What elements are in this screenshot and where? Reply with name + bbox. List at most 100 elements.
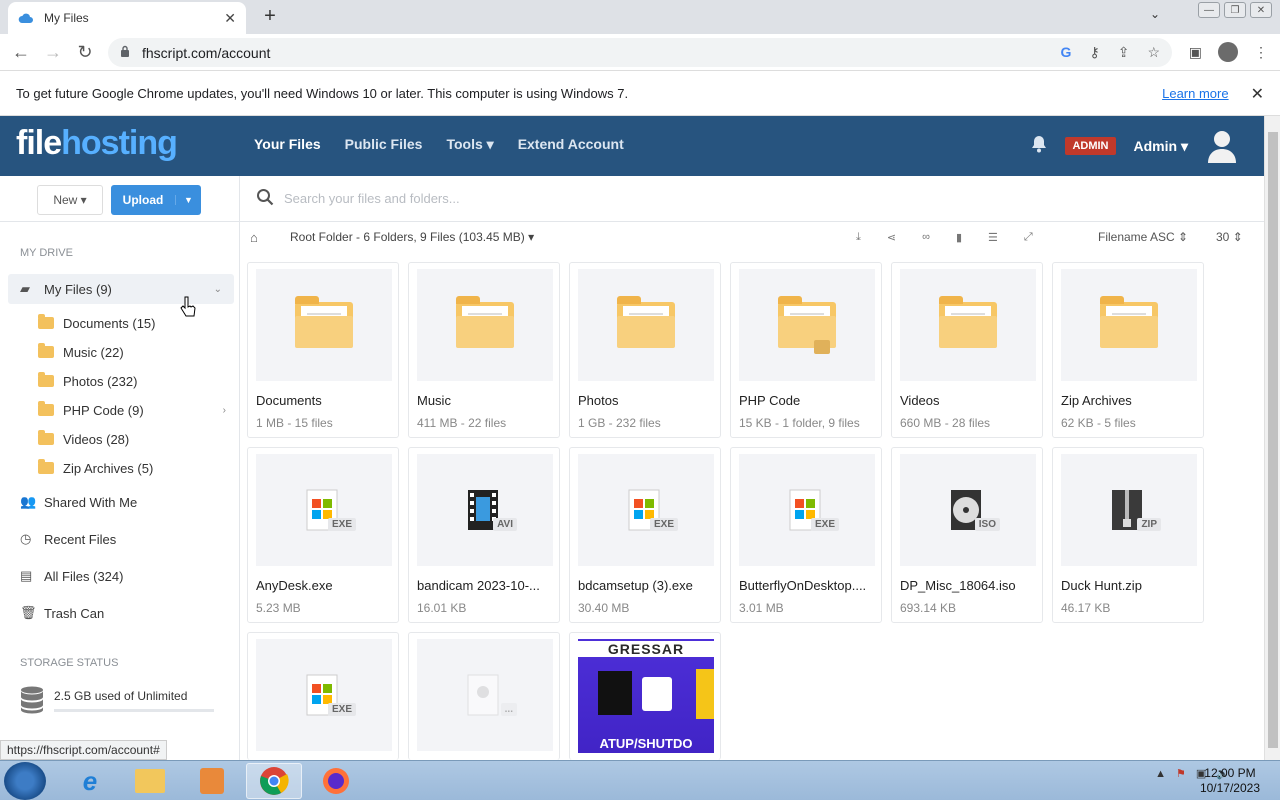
card-name: bdcamsetup (3).exe	[578, 578, 693, 593]
browser-tab[interactable]: My Files ✕	[8, 2, 246, 34]
file-thumb: EXE	[578, 454, 714, 566]
folder-card-photos[interactable]: Photos 1 GB - 232 files	[569, 262, 721, 438]
google-icon[interactable]: G	[1061, 44, 1072, 61]
close-window-button[interactable]: ✕	[1250, 2, 1272, 18]
sidebar-item-all-files[interactable]: ▤ All Files (324)	[8, 561, 234, 591]
card-meta: 30.40 MB	[578, 601, 630, 615]
file-card[interactable]: ISO DP_Misc_18064.iso 693.14 KB	[891, 447, 1043, 623]
user-menu[interactable]: Admin ▾	[1134, 138, 1188, 155]
folder-card-php-code[interactable]: PHP Code 15 KB - 1 folder, 9 files	[730, 262, 882, 438]
scrollbar-thumb[interactable]	[1268, 132, 1278, 748]
sidebar-item-php-code[interactable]: PHP Code (9) ›	[38, 398, 226, 422]
sidebar-item-documents[interactable]: Documents (15)	[38, 311, 155, 335]
home-icon[interactable]: ⌂	[250, 230, 258, 245]
chevron-right-icon[interactable]: ›	[223, 405, 226, 416]
image-card[interactable]: GRESSAR ATUP/SHUTDO	[569, 632, 721, 760]
folder-card-documents[interactable]: Documents 1 MB - 15 files	[247, 262, 399, 438]
omnibox[interactable]: fhscript.com/account G ⚷ ⇪ ☆	[108, 38, 1172, 67]
search-input[interactable]	[284, 191, 884, 206]
bell-icon[interactable]	[1031, 135, 1047, 158]
chevron-down-icon[interactable]: ⌄	[214, 284, 222, 295]
page-scrollbar[interactable]	[1264, 116, 1280, 760]
user-avatar-icon[interactable]	[1206, 129, 1238, 163]
profile-icon[interactable]	[1218, 42, 1238, 62]
share-icon[interactable]: ⇪	[1118, 44, 1130, 61]
tab-search-icon[interactable]: ⌄	[1150, 7, 1160, 21]
folder-thumb	[417, 269, 553, 381]
close-infobar-icon[interactable]: ✕	[1251, 84, 1264, 104]
generic-file-icon: ...	[467, 674, 517, 716]
file-card[interactable]: EXE	[247, 632, 399, 760]
logo-part-hosting: hosting	[61, 124, 178, 162]
forward-icon[interactable]: →	[42, 42, 64, 64]
upload-dropdown-icon[interactable]: ▼	[175, 195, 201, 205]
file-card[interactable]: EXE AnyDesk.exe 5.23 MB	[247, 447, 399, 623]
file-thumb: EXE	[739, 454, 875, 566]
system-clock[interactable]: 12:00 PM 10/17/2023	[1200, 766, 1260, 796]
ie-icon[interactable]: e	[62, 763, 118, 799]
trash-icon[interactable]: ▮	[956, 231, 962, 244]
share-icon[interactable]: ⋖	[887, 231, 896, 244]
folder-icon	[38, 314, 54, 329]
sidebar-item-my-files[interactable]: ▰ My Files (9) ⌄	[8, 274, 234, 304]
new-tab-button[interactable]: +	[258, 4, 282, 28]
nav-extend-account[interactable]: Extend Account	[518, 136, 624, 153]
folder-thumb	[739, 269, 875, 381]
nav-public-files[interactable]: Public Files	[345, 136, 423, 153]
file-card[interactable]: ZIP Duck Hunt.zip 46.17 KB	[1052, 447, 1204, 623]
action-center-icon[interactable]: ⚑	[1176, 767, 1186, 780]
reload-icon[interactable]: ↻	[74, 42, 96, 64]
sidebar-item-trash[interactable]: 🗑 Trash Can	[8, 598, 234, 628]
fullscreen-icon[interactable]: ⤢	[1024, 231, 1033, 244]
windows-exe-icon: EXE	[306, 674, 356, 716]
list-view-icon[interactable]: ☰	[988, 231, 998, 244]
logo[interactable]: filehosting	[16, 124, 178, 163]
file-card[interactable]: EXE ButterflyOnDesktop.... 3.01 MB	[730, 447, 882, 623]
folder-card-zip-archives[interactable]: Zip Archives 62 KB - 5 files	[1052, 262, 1204, 438]
menu-icon[interactable]: ⋮	[1254, 44, 1268, 61]
minimize-button[interactable]: —	[1198, 2, 1220, 18]
media-player-icon[interactable]	[184, 763, 240, 799]
file-thumb: AVI	[417, 454, 553, 566]
explorer-icon[interactable]	[122, 763, 178, 799]
sidebar-item-music[interactable]: Music (22)	[38, 340, 124, 364]
file-card[interactable]: AVI bandicam 2023-10-... 16.01 KB	[408, 447, 560, 623]
show-hidden-icons[interactable]: ▲	[1155, 768, 1166, 780]
restore-button[interactable]: ❐	[1224, 2, 1246, 18]
sidebar-item-videos[interactable]: Videos (28)	[38, 427, 129, 451]
sidebar: New ▾ Upload ▼ MY DRIVE ▰ My Files (9) ⌄…	[0, 176, 240, 760]
sidebar-item-zip-archives[interactable]: Zip Archives (5)	[38, 456, 153, 480]
sidebar-item-recent[interactable]: ◷ Recent Files	[8, 524, 234, 554]
sidebar-item-photos[interactable]: Photos (232)	[38, 369, 137, 393]
nav-tools[interactable]: Tools ▾	[446, 136, 493, 153]
bookmark-star-icon[interactable]: ☆	[1147, 44, 1160, 61]
firefox-icon[interactable]	[308, 763, 364, 799]
trash-label: Trash Can	[44, 605, 105, 621]
app-header: filehosting Your Files Public Files Tool…	[0, 116, 1264, 176]
link-icon[interactable]: ∞	[922, 231, 930, 244]
folder-card-music[interactable]: Music 411 MB - 22 files	[408, 262, 560, 438]
new-button[interactable]: New ▾	[37, 185, 103, 215]
per-page-select[interactable]: 30 ⇕	[1216, 230, 1243, 244]
chrome-icon[interactable]	[246, 763, 302, 799]
nav-your-files[interactable]: Your Files	[254, 136, 321, 153]
key-icon[interactable]: ⚷	[1089, 44, 1099, 61]
download-icon[interactable]: ⤓	[856, 231, 861, 244]
sort-select[interactable]: Filename ASC ⇕	[1098, 230, 1188, 244]
sidebar-item-shared[interactable]: 👥 Shared With Me	[8, 487, 234, 517]
close-tab-icon[interactable]: ✕	[224, 10, 236, 27]
folder-card-videos[interactable]: Videos 660 MB - 28 files	[891, 262, 1043, 438]
back-icon[interactable]: ←	[10, 42, 32, 64]
learn-more-link[interactable]: Learn more	[1162, 86, 1228, 101]
start-button[interactable]	[4, 762, 46, 800]
ext-badge: EXE	[649, 518, 678, 531]
windows-exe-icon: EXE	[628, 489, 678, 531]
upload-button[interactable]: Upload ▼	[111, 185, 201, 215]
hand-cursor-icon	[180, 296, 196, 321]
breadcrumb[interactable]: Root Folder - 6 Folders, 9 Files (103.45…	[290, 230, 534, 244]
video-file-icon: AVI	[467, 489, 517, 531]
side-panel-icon[interactable]: ▣	[1189, 44, 1202, 61]
file-card[interactable]: ...	[408, 632, 560, 760]
file-card[interactable]: EXE bdcamsetup (3).exe 30.40 MB	[569, 447, 721, 623]
url-text: fhscript.com/account	[142, 44, 271, 61]
